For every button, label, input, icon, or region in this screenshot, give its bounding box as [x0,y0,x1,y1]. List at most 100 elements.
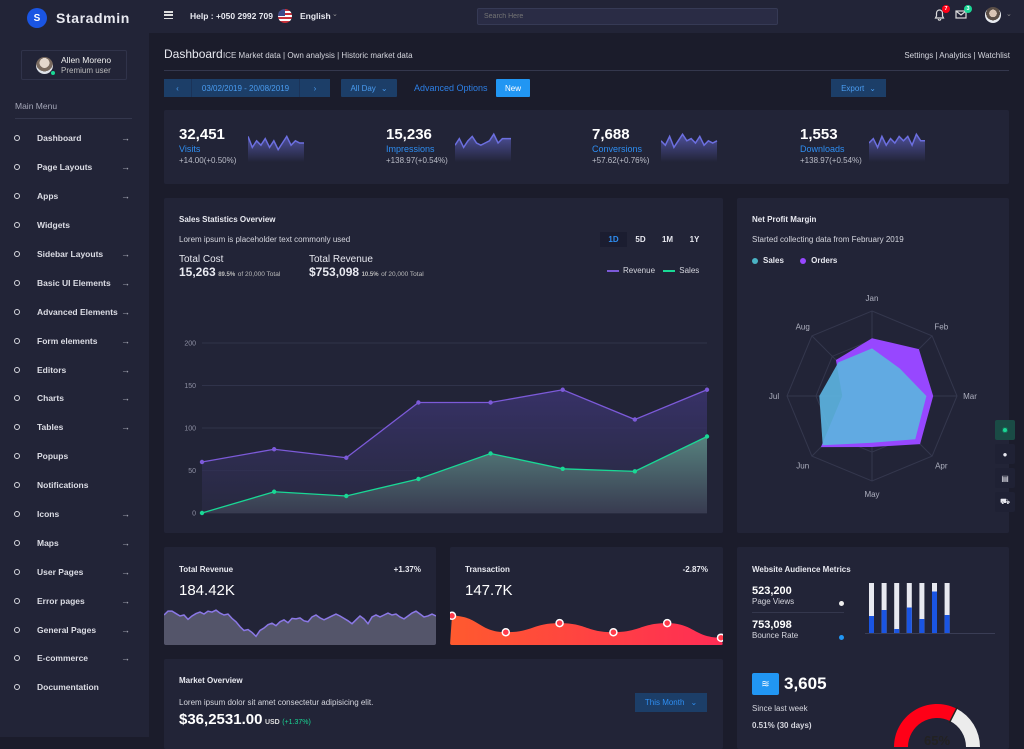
bar-value[interactable] [919,619,925,633]
total-revenue-label: Total Revenue [309,254,373,265]
logo-badge: S [27,8,47,28]
document-icon[interactable]: ▤ [995,468,1015,488]
data-point-sales[interactable] [416,476,421,482]
stat-impressions: 15,236 Impressions +138.97(+0.54%) [386,126,448,165]
user-avatar-menu[interactable] [985,7,1001,23]
advanced-options-link[interactable]: Advanced Options [414,83,488,93]
bar-value[interactable] [869,616,874,633]
transaction-point[interactable] [501,627,511,637]
breadcrumb-links[interactable]: ICE Market data | Own analysis | Histori… [223,51,413,60]
sidebar-item-general-pages[interactable]: General Pages → [0,615,149,644]
circle-icon [14,597,20,604]
circle-icon [14,684,20,691]
data-point-sales[interactable] [704,434,710,439]
sidebar-item-popups[interactable]: Popups [0,442,149,471]
sidebar-item-notifications[interactable]: Notifications [0,471,149,500]
us-flag-icon[interactable] [278,9,292,23]
sidebar-item-label: Dashboard [37,133,82,144]
language-selector[interactable]: English [300,11,331,21]
data-point-revenue[interactable] [199,459,205,465]
transaction-value: 147.7K [465,582,513,599]
sidebar-item-error-pages[interactable]: Error pages → [0,586,149,615]
tab-1m[interactable]: 1M [654,232,681,247]
search-input[interactable] [477,8,778,25]
data-point-revenue[interactable] [488,400,493,405]
settings-icon[interactable]: ✹ [995,420,1015,440]
card-subtitle: Lorem ipsum dolor sit amet consectetur a… [179,698,374,707]
transaction-point[interactable] [609,627,618,637]
sidebar-item-label: Widgets [37,220,70,231]
sidebar-item-user-pages[interactable]: User Pages → [0,557,149,586]
bar-value[interactable] [881,610,887,633]
bar-value[interactable] [944,615,950,633]
sidebar-item-editors[interactable]: Editors → [0,355,149,384]
cart-icon[interactable]: ⛟ [995,492,1015,512]
sidebar-item-documentation[interactable]: Documentation [0,673,149,702]
sidebar-item-maps[interactable]: Maps → [0,528,149,557]
transaction-area-chart [450,611,724,645]
chat-icon[interactable]: ● [995,444,1015,464]
data-point-sales[interactable] [560,466,565,471]
tab-1d[interactable]: 1D [600,232,627,247]
sidebar-item-sidebar-layouts[interactable]: Sidebar Layouts → [0,240,149,269]
sidebar-item-apps[interactable]: Apps → [0,182,149,211]
sidebar-item-charts[interactable]: Charts → [0,384,149,413]
sidebar-item-tables[interactable]: Tables → [0,413,149,442]
sidebar-item-page-layouts[interactable]: Page Layouts → [0,153,149,182]
new-button[interactable]: New [496,79,530,97]
data-point-sales[interactable] [271,489,277,494]
data-point-sales[interactable] [344,493,349,499]
sidebar-item-dashboard[interactable]: Dashboard → [0,124,149,153]
brand-logo[interactable]: S Staradmin [27,8,130,28]
date-range-field[interactable]: 03/02/2019 - 20/08/2019 [192,79,300,97]
transaction-point[interactable] [662,618,672,628]
bar-value[interactable] [906,607,912,634]
radar-axis-label: Aug [796,323,810,332]
data-point-revenue[interactable] [560,387,565,392]
transaction-point[interactable] [450,611,457,621]
data-point-revenue[interactable] [344,455,349,460]
period-select[interactable]: All Day ⌄ [341,79,397,97]
page-title: Dashboard [164,47,223,61]
sidebar-item-label: Maps [37,537,59,548]
data-point-revenue[interactable] [704,387,710,392]
data-point-revenue[interactable] [416,400,421,405]
circle-icon [14,279,20,286]
legend-revenue: Revenue [623,266,656,275]
sidebar-item-form-elements[interactable]: Form elements → [0,326,149,355]
page-views-metric: 523,200 Page Views [752,585,844,606]
data-point-revenue[interactable] [632,417,638,422]
hamburger-icon[interactable] [164,11,173,19]
sidebar-item-widgets[interactable]: Widgets [0,211,149,240]
tab-5d[interactable]: 5D [627,232,654,247]
data-point-sales[interactable] [199,510,205,516]
transaction-point[interactable] [555,618,564,628]
period-dropdown[interactable]: This Month ⌄ [635,693,707,712]
sidebar-item-basic-ui-elements[interactable]: Basic UI Elements → [0,268,149,297]
tab-1y[interactable]: 1Y [681,232,708,247]
header-right-links[interactable]: Settings | Analytics | Watchlist [904,51,1010,60]
user-profile[interactable]: Allen Moreno Premium user [21,50,127,80]
prev-date-button[interactable]: ‹ [164,79,192,97]
chevron-down-icon[interactable]: ⌄ [1006,10,1012,18]
bar-value[interactable] [932,591,937,634]
circle-icon [14,164,20,171]
y-tick-label: 0 [192,511,196,518]
export-button[interactable]: Export ⌄ [831,79,886,97]
notifications-button[interactable]: 7 [932,5,950,23]
sidebar-item-advanced-elements[interactable]: Advanced Elements → [0,297,149,326]
main-menu: Dashboard → Page Layouts → Apps → Widgets Sideb… [0,124,149,702]
sidebar-item-icons[interactable]: Icons → [0,500,149,529]
stat-change: +14.00(+0.50%) [179,156,237,165]
messages-button[interactable]: 3 [954,5,972,23]
chevron-down-icon[interactable]: ⌄ [332,10,338,18]
data-point-sales[interactable] [632,469,638,474]
data-point-sales[interactable] [488,451,493,456]
data-point-revenue[interactable] [271,447,277,452]
transaction-point[interactable] [716,633,724,642]
net-profit-radar-chart: Jan Feb Mar Apr May Jun Jul Aug [769,294,977,499]
next-date-button[interactable]: › [300,79,330,97]
radar-axis-label: Jul [769,392,779,401]
sidebar-item-e-commerce[interactable]: E-commerce → [0,644,149,673]
bar-value[interactable] [894,629,900,633]
